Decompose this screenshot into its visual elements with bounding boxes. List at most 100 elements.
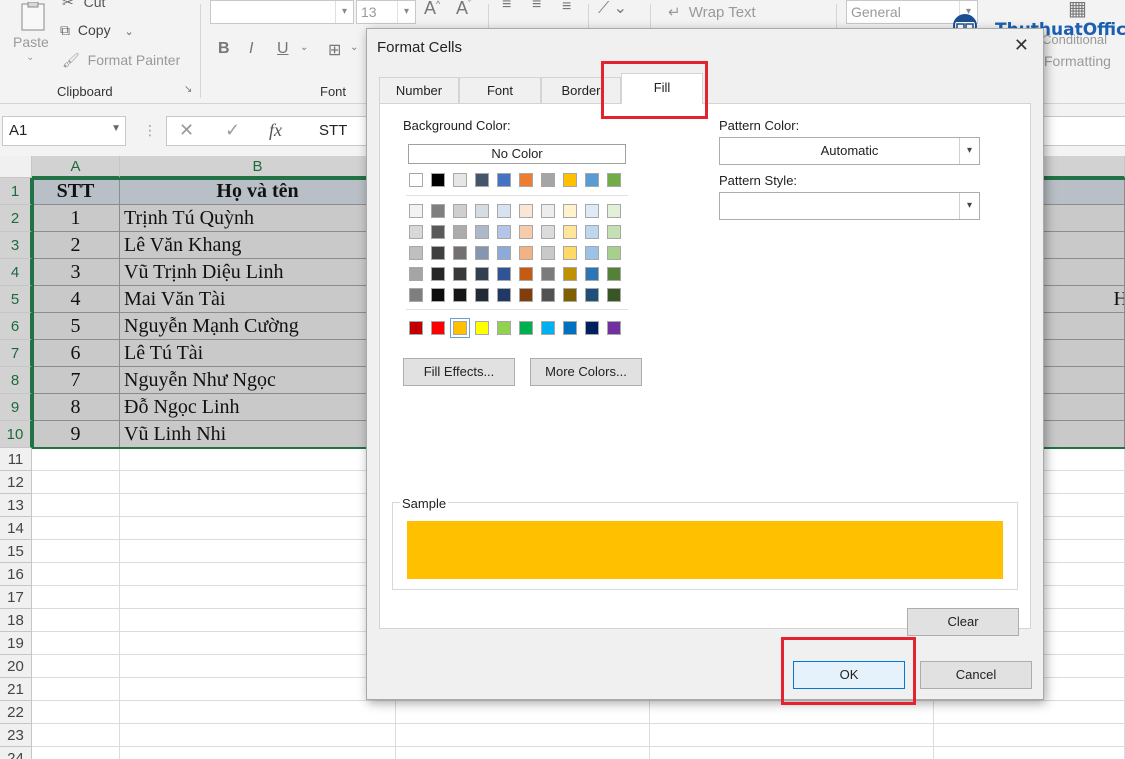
- color-swatch[interactable]: [585, 288, 599, 302]
- color-swatch[interactable]: [585, 225, 599, 239]
- color-swatch[interactable]: [519, 267, 533, 281]
- color-swatch[interactable]: [519, 225, 533, 239]
- color-swatch[interactable]: [431, 246, 445, 260]
- color-swatch[interactable]: [497, 321, 511, 335]
- color-swatch[interactable]: [563, 288, 577, 302]
- color-swatch[interactable]: [541, 321, 555, 335]
- empty-cell[interactable]: [120, 563, 396, 586]
- table-cell-name[interactable]: Vũ Trịnh Diệu Linh: [120, 259, 396, 286]
- color-swatch[interactable]: [541, 173, 555, 187]
- align-top-icon[interactable]: ≡: [502, 0, 511, 14]
- cancel-button[interactable]: Cancel: [920, 661, 1032, 689]
- color-swatch[interactable]: [519, 288, 533, 302]
- color-swatch[interactable]: [475, 173, 489, 187]
- table-cell-stt[interactable]: 1: [32, 205, 120, 232]
- tab-fill[interactable]: Fill: [621, 73, 703, 104]
- color-swatch[interactable]: [607, 173, 621, 187]
- row-header[interactable]: 23: [0, 724, 32, 747]
- empty-cell[interactable]: [396, 701, 650, 724]
- color-swatch[interactable]: [607, 204, 621, 218]
- color-swatch[interactable]: [541, 204, 555, 218]
- color-swatch[interactable]: [409, 288, 423, 302]
- color-swatch[interactable]: [453, 204, 467, 218]
- row-header[interactable]: 9: [0, 394, 32, 421]
- color-swatch[interactable]: [519, 173, 533, 187]
- row-header[interactable]: 20: [0, 655, 32, 678]
- close-icon[interactable]: ✕: [1014, 35, 1029, 56]
- insert-function-icon[interactable]: fx: [269, 120, 282, 141]
- empty-cell[interactable]: [120, 586, 396, 609]
- color-swatch[interactable]: [563, 267, 577, 281]
- bold-button[interactable]: B: [218, 40, 230, 58]
- table-cell-name[interactable]: Nguyễn Như Ngọc: [120, 367, 396, 394]
- empty-cell[interactable]: [32, 655, 120, 678]
- color-swatch[interactable]: [541, 225, 555, 239]
- ok-button[interactable]: OK: [793, 661, 905, 689]
- color-swatch[interactable]: [431, 267, 445, 281]
- color-swatch[interactable]: [453, 321, 467, 335]
- underline-dropdown-icon[interactable]: ⌄: [300, 42, 308, 53]
- color-swatch[interactable]: [541, 288, 555, 302]
- tab-border[interactable]: Border: [541, 77, 621, 103]
- table-cell-name[interactable]: Vũ Linh Nhi: [120, 421, 396, 448]
- color-swatch[interactable]: [497, 288, 511, 302]
- table-cell-stt[interactable]: 6: [32, 340, 120, 367]
- color-swatch[interactable]: [519, 321, 533, 335]
- empty-cell[interactable]: [32, 471, 120, 494]
- empty-cell[interactable]: [32, 724, 120, 747]
- row-header[interactable]: 13: [0, 494, 32, 517]
- row-header[interactable]: 3: [0, 232, 32, 259]
- font-name-combo[interactable]: ▾: [210, 0, 354, 24]
- copy-dropdown-icon[interactable]: ⌄: [124, 26, 133, 38]
- table-cell-stt[interactable]: 5: [32, 313, 120, 340]
- color-swatch[interactable]: [563, 204, 577, 218]
- color-swatch[interactable]: [431, 288, 445, 302]
- empty-cell[interactable]: [120, 609, 396, 632]
- column-header-b[interactable]: B: [120, 156, 396, 178]
- table-cell-name[interactable]: Đỗ Ngọc Linh: [120, 394, 396, 421]
- more-options-icon[interactable]: ⋮: [143, 122, 157, 139]
- italic-button[interactable]: I: [249, 40, 253, 58]
- dialog-launcher-icon[interactable]: ↘: [184, 84, 192, 95]
- color-swatch[interactable]: [409, 173, 423, 187]
- column-header-a[interactable]: A: [32, 156, 120, 178]
- empty-cell[interactable]: [32, 586, 120, 609]
- color-swatch[interactable]: [475, 204, 489, 218]
- color-swatch[interactable]: [409, 321, 423, 335]
- color-swatch[interactable]: [409, 204, 423, 218]
- table-cell-name[interactable]: Mai Văn Tài: [120, 286, 396, 313]
- confirm-entry-icon[interactable]: ✓: [225, 120, 240, 141]
- table-cell-stt[interactable]: 4: [32, 286, 120, 313]
- color-swatch[interactable]: [453, 225, 467, 239]
- color-swatch[interactable]: [453, 246, 467, 260]
- pattern-color-dropdown[interactable]: Automatic ▾: [719, 137, 980, 165]
- row-header[interactable]: 10: [0, 421, 32, 448]
- empty-cell[interactable]: [32, 701, 120, 724]
- row-header[interactable]: 14: [0, 517, 32, 540]
- cancel-entry-icon[interactable]: ✕: [179, 120, 194, 141]
- color-swatch[interactable]: [607, 246, 621, 260]
- row-header[interactable]: 21: [0, 678, 32, 701]
- color-swatch[interactable]: [475, 246, 489, 260]
- row-header[interactable]: 5: [0, 286, 32, 313]
- paste-button[interactable]: Paste: [13, 34, 49, 50]
- empty-cell[interactable]: [32, 517, 120, 540]
- table-cell-stt[interactable]: 8: [32, 394, 120, 421]
- empty-cell[interactable]: [32, 609, 120, 632]
- empty-cell[interactable]: [120, 678, 396, 701]
- empty-cell[interactable]: [650, 747, 934, 759]
- no-color-button[interactable]: No Color: [408, 144, 626, 164]
- row-header[interactable]: 4: [0, 259, 32, 286]
- chevron-down-icon[interactable]: ▾: [959, 193, 979, 219]
- color-swatch[interactable]: [453, 267, 467, 281]
- chevron-down-icon[interactable]: ▼: [111, 123, 121, 134]
- color-swatch[interactable]: [497, 267, 511, 281]
- color-swatch[interactable]: [563, 225, 577, 239]
- row-header[interactable]: 7: [0, 340, 32, 367]
- color-swatch[interactable]: [475, 321, 489, 335]
- empty-cell[interactable]: [32, 678, 120, 701]
- align-middle-icon[interactable]: ≡: [532, 0, 541, 14]
- row-header[interactable]: 11: [0, 448, 32, 471]
- grow-font-icon[interactable]: A^: [424, 0, 440, 19]
- empty-cell[interactable]: [32, 747, 120, 759]
